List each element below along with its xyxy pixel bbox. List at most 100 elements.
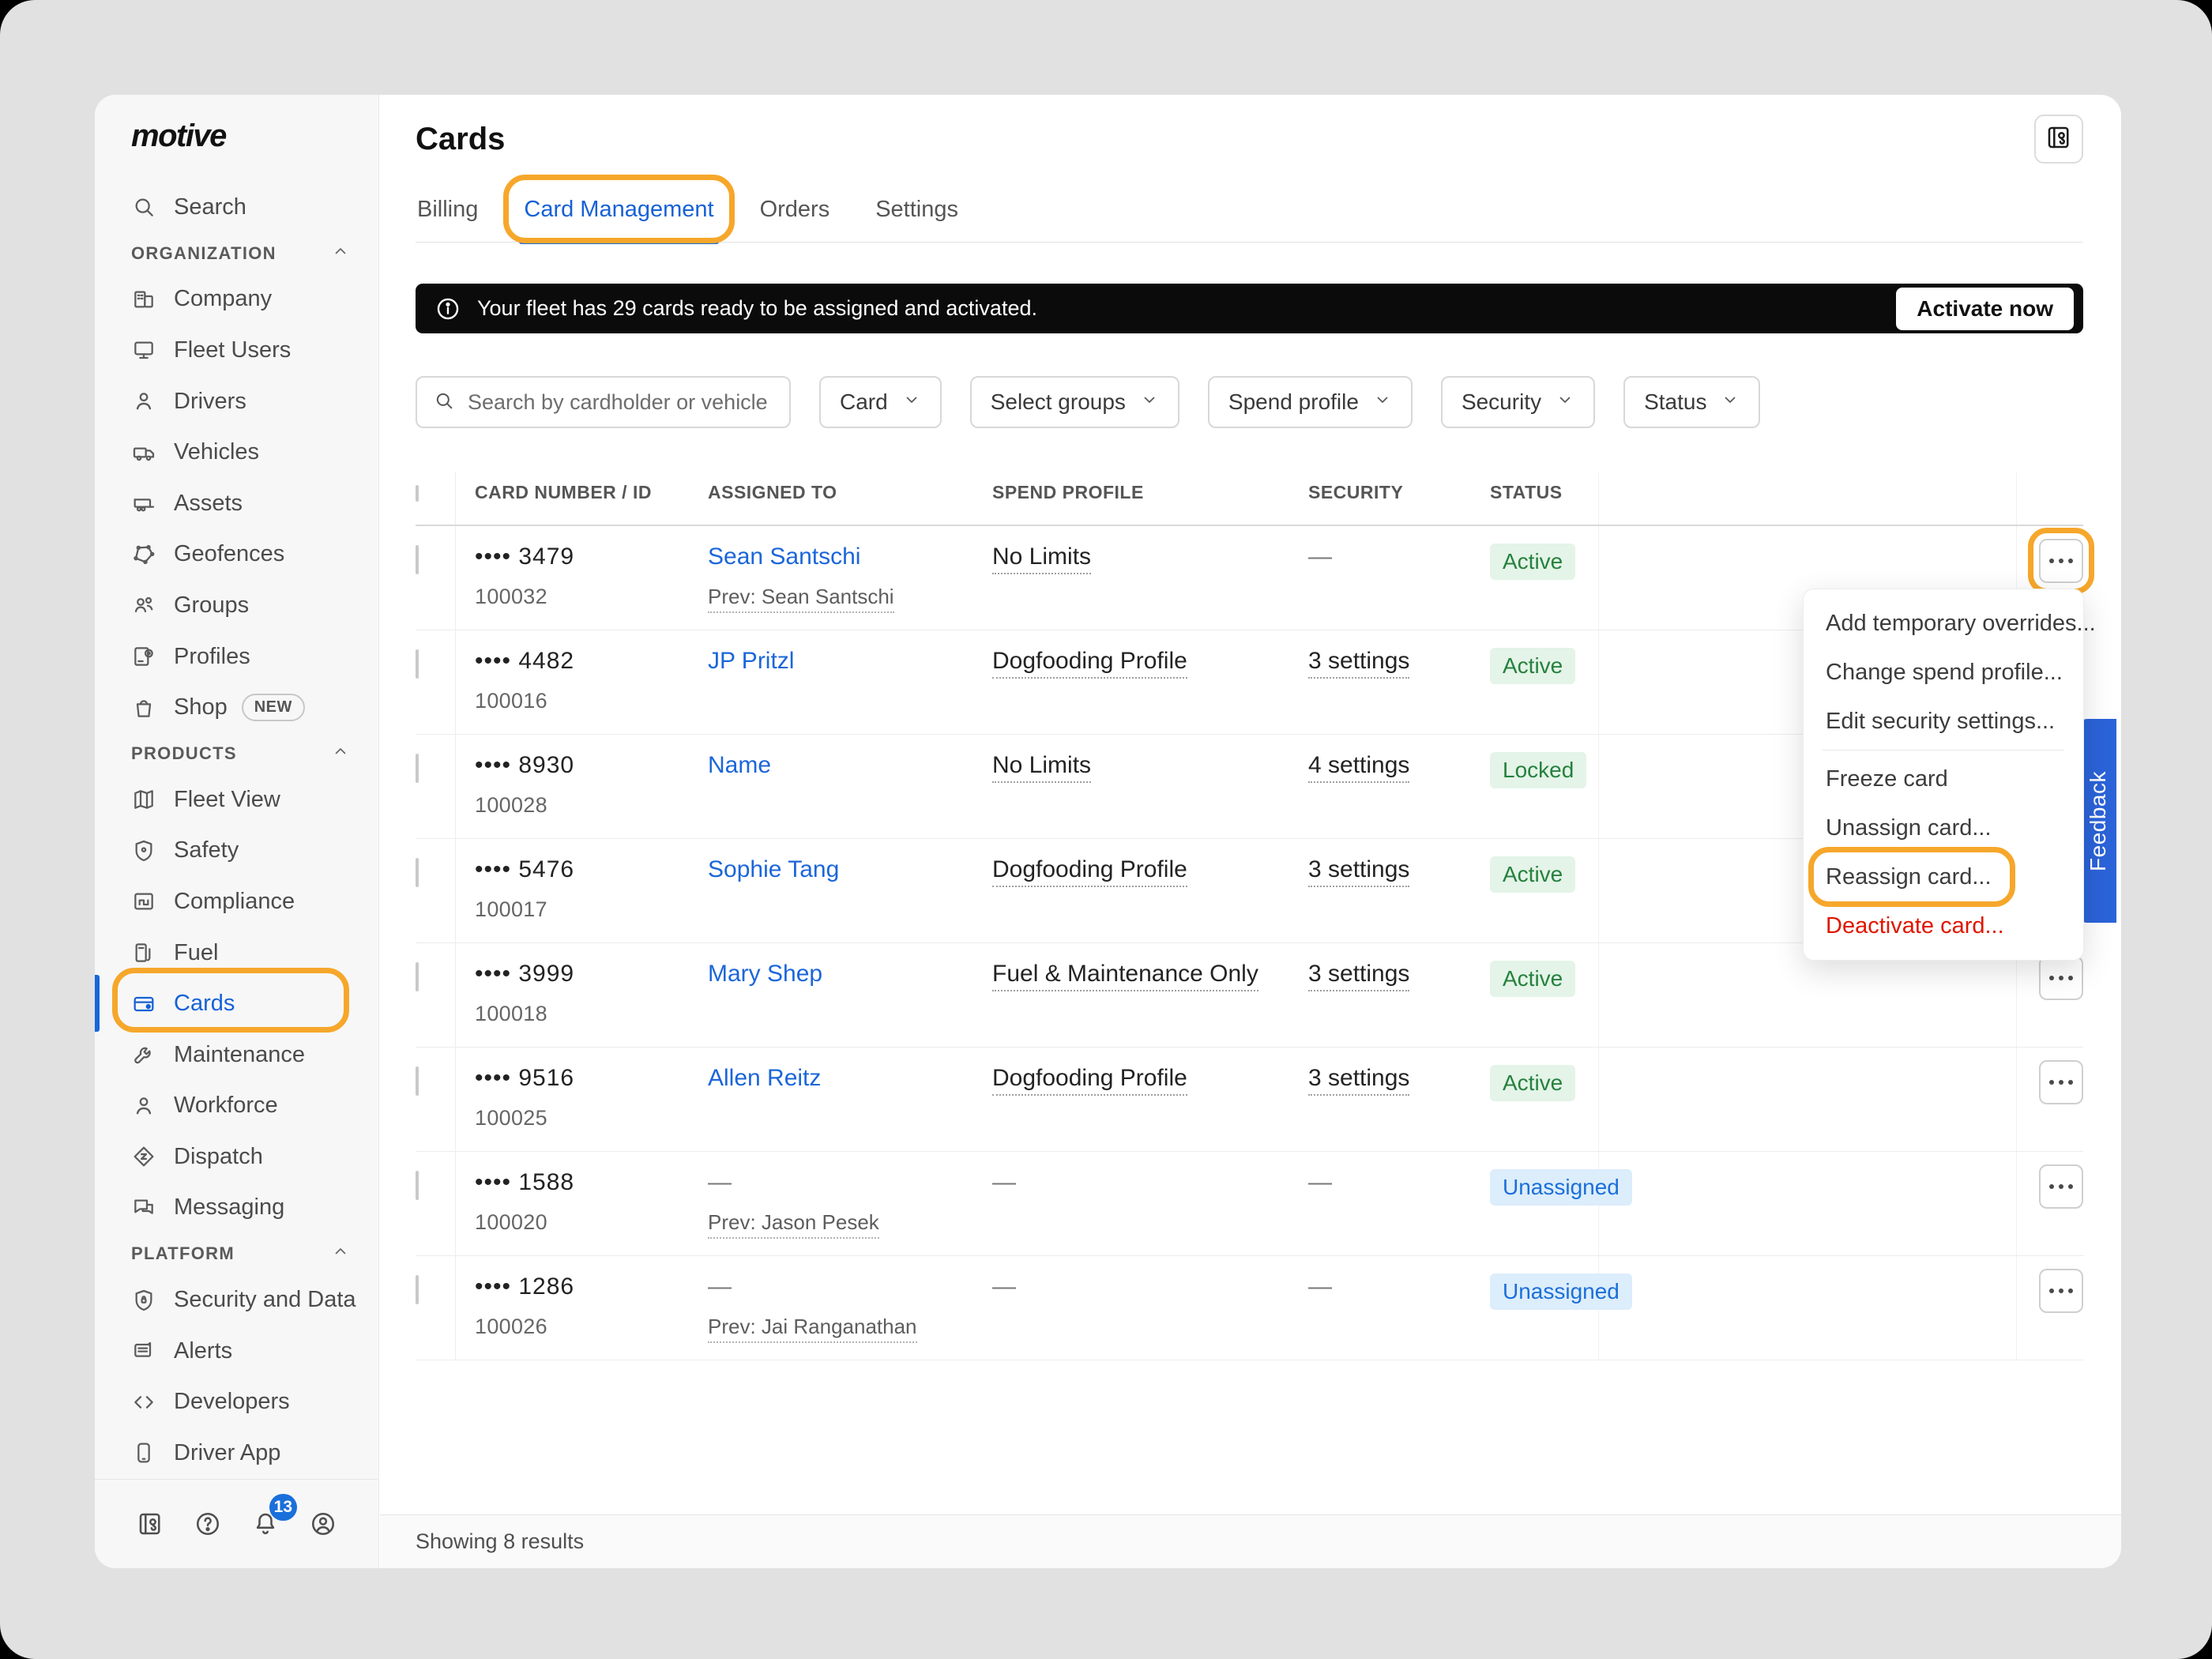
status-badge: Active bbox=[1490, 1065, 1575, 1101]
filter-card[interactable]: Card bbox=[819, 376, 942, 428]
menu-item-deactivate-card[interactable]: Deactivate card... bbox=[1804, 901, 2083, 950]
sidebar-section-platform[interactable]: PLATFORM bbox=[95, 1233, 378, 1274]
previous-cardholder[interactable]: Prev: Jai Ranganathan bbox=[708, 1315, 917, 1343]
spend-profile-value[interactable]: No Limits bbox=[992, 752, 1091, 783]
sidebar-item-geofences[interactable]: Geofences bbox=[95, 529, 378, 581]
sidebar-item-driver-app[interactable]: Driver App bbox=[95, 1428, 378, 1479]
filter-security[interactable]: Security bbox=[1441, 376, 1595, 428]
sidebar-item-compliance[interactable]: Compliance bbox=[95, 876, 378, 927]
sidebar-item-fuel[interactable]: Fuel bbox=[95, 927, 378, 979]
spend-profile-value[interactable]: No Limits bbox=[992, 544, 1091, 574]
banner-text: Your fleet has 29 cards ready to be assi… bbox=[477, 296, 1037, 321]
row-menu-button[interactable] bbox=[2039, 1164, 2083, 1209]
menu-item-change-spend-profile[interactable]: Change spend profile... bbox=[1804, 648, 2083, 697]
sidebar-item-groups[interactable]: Groups bbox=[95, 580, 378, 631]
assigned-to-link[interactable]: Mary Shep bbox=[708, 961, 822, 987]
security-value[interactable]: 3 settings bbox=[1308, 856, 1409, 887]
security-value[interactable]: 3 settings bbox=[1308, 1065, 1409, 1096]
sidebar-item-label: Developers bbox=[174, 1389, 290, 1415]
user-avatar-icon[interactable] bbox=[309, 1510, 337, 1538]
sidebar-item-workforce[interactable]: Workforce bbox=[95, 1081, 378, 1132]
row-checkbox[interactable] bbox=[416, 545, 419, 574]
tab-orders[interactable]: Orders bbox=[758, 197, 832, 242]
tab-settings[interactable]: Settings bbox=[874, 197, 960, 242]
sidebar-item-label: Search bbox=[174, 194, 246, 220]
previous-cardholder[interactable]: Prev: Sean Santschi bbox=[708, 585, 894, 613]
spend-profile-value[interactable]: Fuel & Maintenance Only bbox=[992, 961, 1258, 991]
card-id: 100028 bbox=[475, 793, 708, 818]
sidebar-section-products[interactable]: PRODUCTS bbox=[95, 733, 378, 774]
row-menu-button[interactable] bbox=[2039, 956, 2083, 1000]
tab-billing[interactable]: Billing bbox=[416, 197, 480, 242]
map-book-icon[interactable] bbox=[136, 1510, 164, 1538]
row-menu-button[interactable] bbox=[2039, 539, 2083, 583]
status-cell: Unassigned bbox=[1490, 1256, 1599, 1360]
filter-spend-profile[interactable]: Spend profile bbox=[1208, 376, 1413, 428]
sidebar-item-drivers[interactable]: Drivers bbox=[95, 376, 378, 427]
status-cell: Locked bbox=[1490, 735, 1599, 838]
menu-item-freeze-card[interactable]: Freeze card bbox=[1804, 754, 2083, 803]
assigned-to-link[interactable]: JP Pritzl bbox=[708, 648, 794, 674]
assigned-to-link[interactable]: Allen Reitz bbox=[708, 1065, 821, 1091]
row-checkbox[interactable] bbox=[416, 1066, 419, 1096]
row-checkbox[interactable] bbox=[416, 858, 419, 887]
row-checkbox[interactable] bbox=[416, 754, 419, 783]
assigned-to-link[interactable]: Sean Santschi bbox=[708, 544, 860, 570]
sidebar-item-maintenance[interactable]: Maintenance bbox=[95, 1029, 378, 1081]
menu-item-edit-security-settings[interactable]: Edit security settings... bbox=[1804, 697, 2083, 746]
row-checkbox[interactable] bbox=[416, 962, 419, 991]
assigned-to-link[interactable]: Sophie Tang bbox=[708, 856, 839, 882]
row-checkbox[interactable] bbox=[416, 1171, 419, 1200]
security-value[interactable]: 3 settings bbox=[1308, 961, 1409, 991]
status-badge: Locked bbox=[1490, 752, 1586, 788]
spend-profile-value[interactable]: Dogfooding Profile bbox=[992, 1065, 1187, 1096]
sidebar-item-label: Drivers bbox=[174, 389, 246, 415]
card-number-cell: •••• 3999100018 bbox=[475, 943, 708, 1047]
sidebar-item-messaging[interactable]: Messaging bbox=[95, 1183, 378, 1234]
table-header: CARD NUMBER / ID ASSIGNED TO SPEND PROFI… bbox=[416, 472, 2083, 526]
notifications-bell-icon[interactable]: 13 bbox=[251, 1510, 280, 1538]
note-icon bbox=[131, 1338, 156, 1364]
assigned-to-link[interactable]: Name bbox=[708, 752, 771, 778]
sidebar-section-organization[interactable]: ORGANIZATION bbox=[95, 233, 378, 274]
search-input[interactable] bbox=[468, 390, 773, 415]
sidebar-item-search[interactable]: Search bbox=[95, 182, 378, 233]
row-menu-button[interactable] bbox=[2039, 1060, 2083, 1104]
previous-cardholder[interactable]: Prev: Jason Pesek bbox=[708, 1210, 879, 1239]
security-value[interactable]: 3 settings bbox=[1308, 648, 1409, 679]
activate-now-button[interactable]: Activate now bbox=[1896, 288, 2074, 330]
row-menu-button[interactable] bbox=[2039, 1269, 2083, 1313]
sidebar-item-cards[interactable]: Cards bbox=[95, 978, 378, 1029]
menu-item-unassign-card[interactable]: Unassign card... bbox=[1804, 803, 2083, 852]
column-header-status: STATUS bbox=[1490, 472, 1599, 525]
sidebar-item-vehicles[interactable]: Vehicles bbox=[95, 427, 378, 478]
select-all-checkbox[interactable] bbox=[416, 485, 419, 502]
sidebar-item-profiles[interactable]: Profiles bbox=[95, 631, 378, 683]
wrench-icon bbox=[131, 1042, 156, 1067]
sidebar-item-assets[interactable]: Assets bbox=[95, 478, 378, 529]
sidebar-item-fleet-users[interactable]: Fleet Users bbox=[95, 325, 378, 376]
status-cell: Active bbox=[1490, 1048, 1599, 1151]
sidebar-item-fleet-view[interactable]: Fleet View bbox=[95, 774, 378, 826]
sidebar-item-dispatch[interactable]: Dispatch bbox=[95, 1131, 378, 1183]
sidebar-item-alerts[interactable]: Alerts bbox=[95, 1326, 378, 1377]
card-number: •••• 8930 bbox=[475, 752, 574, 778]
menu-item-reassign-card[interactable]: Reassign card... bbox=[1804, 852, 2083, 901]
spend-profile-value[interactable]: Dogfooding Profile bbox=[992, 648, 1187, 679]
help-icon[interactable] bbox=[194, 1510, 222, 1538]
feedback-tab[interactable]: Feedback bbox=[2079, 719, 2116, 923]
filter-status[interactable]: Status bbox=[1623, 376, 1760, 428]
tab-card-management[interactable]: Card Management bbox=[522, 197, 715, 242]
sidebar-item-shop[interactable]: ShopNEW bbox=[95, 682, 378, 733]
security-value[interactable]: 4 settings bbox=[1308, 752, 1409, 783]
row-checkbox[interactable] bbox=[416, 649, 419, 679]
menu-item-add-temporary-overrides[interactable]: Add temporary overrides... bbox=[1804, 599, 2083, 648]
filter-select-groups[interactable]: Select groups bbox=[970, 376, 1179, 428]
sidebar-item-security-and-data[interactable]: Security and Data bbox=[95, 1274, 378, 1326]
sidebar-item-safety[interactable]: Safety bbox=[95, 826, 378, 877]
sidebar-item-developers[interactable]: Developers bbox=[95, 1376, 378, 1428]
sidebar-item-company[interactable]: Company bbox=[95, 274, 378, 325]
row-checkbox[interactable] bbox=[416, 1275, 419, 1304]
spend-profile-value[interactable]: Dogfooding Profile bbox=[992, 856, 1187, 887]
map-book-button[interactable] bbox=[2034, 115, 2083, 164]
